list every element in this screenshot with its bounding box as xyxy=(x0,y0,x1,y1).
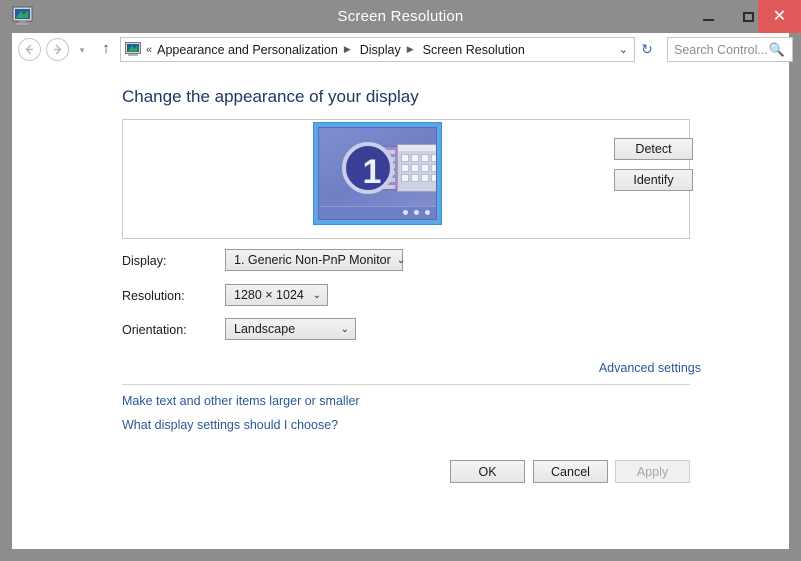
breadcrumb-separator-icon[interactable]: ▶ xyxy=(344,44,351,55)
window-title: Screen Resolution xyxy=(337,8,464,25)
chevron-down-icon: ⌄ xyxy=(312,289,321,301)
monitor-number-label: 1 xyxy=(362,153,382,191)
arrow-up-icon: ↑ xyxy=(102,40,110,57)
orientation-label: Orientation: xyxy=(122,323,187,337)
resolution-dropdown[interactable]: 1280 × 1024 ⌄ xyxy=(225,284,328,306)
search-box[interactable]: 🔍 xyxy=(667,37,793,62)
minimize-icon xyxy=(702,18,714,21)
monitor-grid-graphic-icon xyxy=(397,144,436,192)
resolution-label: Resolution: xyxy=(122,289,185,303)
detect-button[interactable]: Detect xyxy=(614,138,693,160)
orientation-dropdown-value: Landscape xyxy=(234,322,296,336)
display-preview-panel: 1 Detect Identify xyxy=(122,119,693,239)
display-dropdown-value: 1. Generic Non-PnP Monitor xyxy=(234,253,391,267)
page-title: Change the appearance of your display xyxy=(122,87,419,106)
content-pane: Change the appearance of your display 1 … xyxy=(12,66,789,549)
minimize-button[interactable] xyxy=(688,0,728,33)
display-monitor-icon xyxy=(125,42,141,56)
section-divider xyxy=(122,384,690,385)
resolution-dropdown-value: 1280 × 1024 xyxy=(234,288,304,302)
chevron-down-icon: ▾ xyxy=(79,45,85,55)
address-dropdown-chevron-down-icon[interactable]: ⌄ xyxy=(619,43,628,56)
monitor-taskbar-graphic xyxy=(319,206,436,219)
make-text-larger-link[interactable]: Make text and other items larger or smal… xyxy=(122,394,360,408)
display-dropdown[interactable]: 1. Generic Non-PnP Monitor ⌄ xyxy=(225,249,406,271)
breadcrumb-display[interactable]: Display xyxy=(358,43,403,57)
navigation-bar: ▾ ↑ « Appearance and Personalization ▶ D… xyxy=(12,33,793,66)
chevron-down-icon: ⌄ xyxy=(396,254,406,266)
refresh-button[interactable]: ↻ xyxy=(636,37,658,62)
back-arrow-icon xyxy=(25,44,33,55)
up-button[interactable]: ↑ xyxy=(97,40,115,58)
monitor-preview[interactable]: 1 xyxy=(313,122,442,225)
display-label: Display: xyxy=(122,254,167,268)
chevron-down-icon: ⌄ xyxy=(340,323,349,335)
close-icon: ✕ xyxy=(772,7,787,25)
monitor-screen: 1 xyxy=(318,127,437,220)
breadcrumb-screen-resolution[interactable]: Screen Resolution xyxy=(421,43,527,57)
what-display-settings-link[interactable]: What display settings should I choose? xyxy=(122,418,338,432)
maximize-icon xyxy=(742,11,754,22)
cancel-button[interactable]: Cancel xyxy=(533,460,608,483)
orientation-dropdown[interactable]: Landscape ⌄ xyxy=(225,318,356,340)
screen-resolution-window: ........ ...... .. . Screen Resolution ✕ xyxy=(0,0,801,561)
search-icon[interactable]: 🔍 xyxy=(769,42,785,58)
search-input[interactable] xyxy=(674,42,774,57)
advanced-settings-link[interactable]: Advanced settings xyxy=(599,361,701,375)
apply-button: Apply xyxy=(615,460,690,483)
title-bar[interactable]: Screen Resolution ✕ xyxy=(0,0,801,33)
monitor-number-badge: 1 xyxy=(342,142,394,194)
identify-button[interactable]: Identify xyxy=(614,169,693,191)
address-bar[interactable]: « Appearance and Personalization ▶ Displ… xyxy=(120,37,635,62)
breadcrumb-separator-icon[interactable]: ▶ xyxy=(407,44,414,55)
ok-button[interactable]: OK xyxy=(450,460,525,483)
back-button[interactable] xyxy=(18,38,41,61)
close-button[interactable]: ✕ xyxy=(758,0,801,33)
forward-button[interactable] xyxy=(46,38,69,61)
address-overflow-chevrons[interactable]: « xyxy=(146,44,152,56)
forward-arrow-icon xyxy=(54,44,62,55)
refresh-icon: ↻ xyxy=(641,41,653,57)
breadcrumb-appearance-and-personalization[interactable]: Appearance and Personalization xyxy=(155,43,340,57)
recent-locations-button[interactable]: ▾ xyxy=(76,44,88,56)
